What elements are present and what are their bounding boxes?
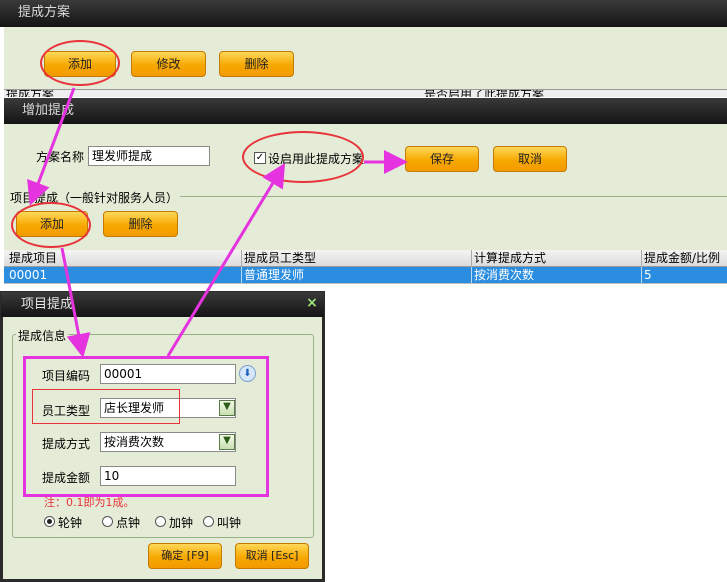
arrow-add-plan-to-add-item bbox=[27, 87, 76, 206]
arrow-add-item-to-dialog bbox=[60, 247, 91, 358]
annotation-arrows bbox=[27, 87, 408, 358]
arrow-fields-to-enable bbox=[166, 162, 286, 357]
